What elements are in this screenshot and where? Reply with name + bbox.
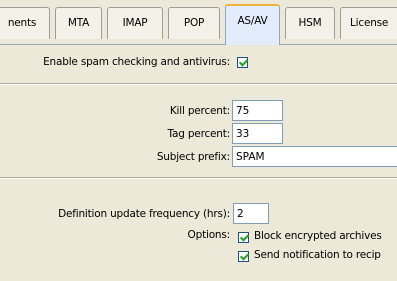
tab-components[interactable]: nents: [0, 7, 50, 39]
tab-bar: nents MTA IMAP POP AS/AV HSM License: [0, 0, 397, 45]
kill-percent-label: Kill percent:: [169, 105, 230, 117]
tab-hsm[interactable]: HSM: [285, 7, 335, 39]
tab-license[interactable]: License: [340, 7, 397, 39]
block-encrypted-archives-checkbox[interactable]: [238, 232, 249, 243]
options-label: Options:: [187, 229, 231, 241]
tag-percent-label: Tag percent:: [167, 128, 231, 140]
tab-as-av[interactable]: AS/AV: [225, 4, 280, 45]
subject-prefix-input[interactable]: [232, 146, 397, 167]
send-notification-checkbox[interactable]: [238, 251, 249, 262]
kill-percent-input[interactable]: [232, 100, 283, 121]
as-av-settings-panel: Enable spam checking and antivirus: Kill…: [0, 44, 397, 281]
tab-mta[interactable]: MTA: [55, 7, 102, 39]
send-notification-label: Send notification to recip: [254, 249, 381, 261]
definition-update-label: Definition update frequency (hrs):: [58, 208, 230, 220]
separator: [0, 177, 397, 179]
enable-spam-checkbox[interactable]: [237, 57, 248, 68]
separator: [0, 83, 397, 85]
definition-update-input[interactable]: [233, 203, 269, 224]
tab-imap[interactable]: IMAP: [107, 7, 163, 39]
subject-prefix-label: Subject prefix:: [156, 151, 230, 163]
enable-spam-label: Enable spam checking and antivirus:: [43, 56, 230, 68]
block-encrypted-archives-label: Block encrypted archives: [254, 230, 382, 242]
tab-pop[interactable]: POP: [168, 7, 220, 39]
tag-percent-input[interactable]: [232, 123, 283, 144]
